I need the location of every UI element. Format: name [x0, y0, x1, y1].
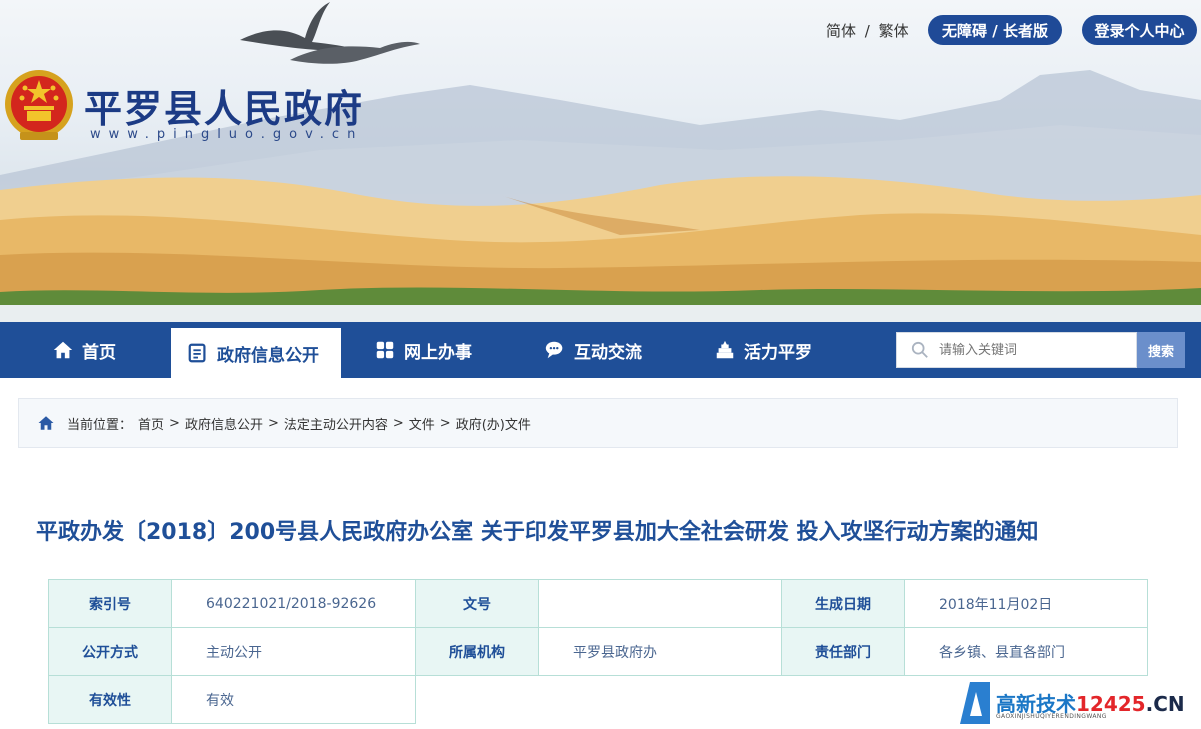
document-list-icon [188, 343, 206, 363]
search-button[interactable]: 搜索 [1137, 332, 1185, 368]
table-row: 索引号 640221021/2018-92626 文号 生成日期 2018年11… [48, 579, 1148, 628]
nav-item-vibrant-pingluo[interactable]: 活力平罗 [714, 322, 812, 378]
nav-item-interaction[interactable]: 互动交流 [544, 322, 642, 378]
meta-key-department: 责任部门 [781, 627, 905, 676]
watermark-subtext: GAOXINJISHUQIYERENDINGWANG [996, 713, 1107, 720]
meta-key-generated-date: 生成日期 [781, 579, 905, 628]
search-input[interactable] [939, 335, 1129, 365]
login-button[interactable]: 登录个人中心 [1082, 15, 1197, 45]
breadcrumb: 当前位置： 首页 > 政府信息公开 > 法定主动公开内容 > 文件 > 政府(办… [18, 398, 1178, 448]
breadcrumb-link-home[interactable]: 首页 [138, 414, 164, 433]
meta-value-department: 各乡镇、县直各部门 [904, 627, 1148, 676]
meta-value-validity: 有效 [171, 675, 416, 724]
breadcrumb-link-gov-info[interactable]: 政府信息公开 [185, 414, 263, 433]
chat-icon [545, 341, 563, 359]
search-icon [911, 341, 928, 358]
watermark-domain: .CN [1145, 692, 1185, 716]
accessibility-button[interactable]: 无障碍 / 长者版 [928, 15, 1062, 45]
site-watermark: 高新技术12425.CN GAOXINJISHUQIYERENDINGWANG [956, 680, 1201, 729]
document-title: 平政办发〔2018〕200号县人民政府办公室 关于印发平罗县加大全社会研发 投入… [36, 520, 1039, 545]
search-box [896, 332, 1137, 368]
breadcrumb-separator: > [267, 415, 279, 431]
breadcrumb-link-statutory[interactable]: 法定主动公开内容 [284, 414, 388, 433]
table-row: 公开方式 主动公开 所属机构 平罗县政府办 责任部门 各乡镇、县直各部门 [48, 627, 1148, 676]
meta-key-doc-number: 文号 [415, 579, 539, 628]
meta-key-publish-method: 公开方式 [48, 627, 172, 676]
home-icon [38, 416, 54, 430]
desert-landscape-illustration [0, 2, 1201, 322]
meta-value-publish-method: 主动公开 [171, 627, 416, 676]
nav-item-online-service[interactable]: 网上办事 [374, 322, 472, 378]
nav-item-label: 互动交流 [574, 342, 642, 363]
breadcrumb-separator: > [439, 415, 451, 431]
grid-icon [376, 341, 394, 359]
building-icon [716, 340, 734, 359]
site-url: www.pingluo.gov.cn [90, 127, 364, 142]
breadcrumb-separator: > [169, 415, 180, 431]
breadcrumb-link-gov-documents[interactable]: 政府(办)文件 [456, 414, 531, 433]
breadcrumb-prefix: 当前位置： [67, 417, 133, 433]
meta-value-doc-number [538, 579, 782, 628]
lang-simplified-link[interactable]: 简体 [826, 22, 856, 40]
meta-key-index: 索引号 [48, 579, 172, 628]
nav-item-label: 首页 [82, 342, 116, 363]
meta-key-agency: 所属机构 [415, 627, 539, 676]
lang-separator: / [864, 22, 870, 40]
nav-item-label: 政府信息公开 [217, 345, 319, 366]
meta-value-generated-date: 2018年11月02日 [904, 579, 1148, 628]
watermark-logo-icon [960, 682, 990, 724]
national-emblem-icon [5, 70, 73, 140]
nav-item-label: 活力平罗 [744, 342, 812, 363]
site-title: 平罗县人民政府 [84, 87, 365, 131]
nav-item-gov-info[interactable]: 政府信息公开 [171, 328, 341, 378]
language-switch: 简体 / 繁体 [826, 20, 909, 41]
home-icon [53, 341, 73, 359]
nav-item-label: 网上办事 [404, 342, 472, 363]
lang-traditional-link[interactable]: 繁体 [879, 22, 909, 40]
meta-key-validity: 有效性 [48, 675, 172, 724]
meta-value-index: 640221021/2018-92626 [171, 579, 416, 628]
header-banner: 平罗县人民政府 www.pingluo.gov.cn 简体 / 繁体 无障碍 /… [0, 0, 1201, 322]
nav-item-home[interactable]: 首页 [52, 322, 116, 378]
breadcrumb-separator: > [392, 415, 404, 431]
meta-value-agency: 平罗县政府办 [538, 627, 782, 676]
breadcrumb-link-documents[interactable]: 文件 [409, 414, 435, 433]
